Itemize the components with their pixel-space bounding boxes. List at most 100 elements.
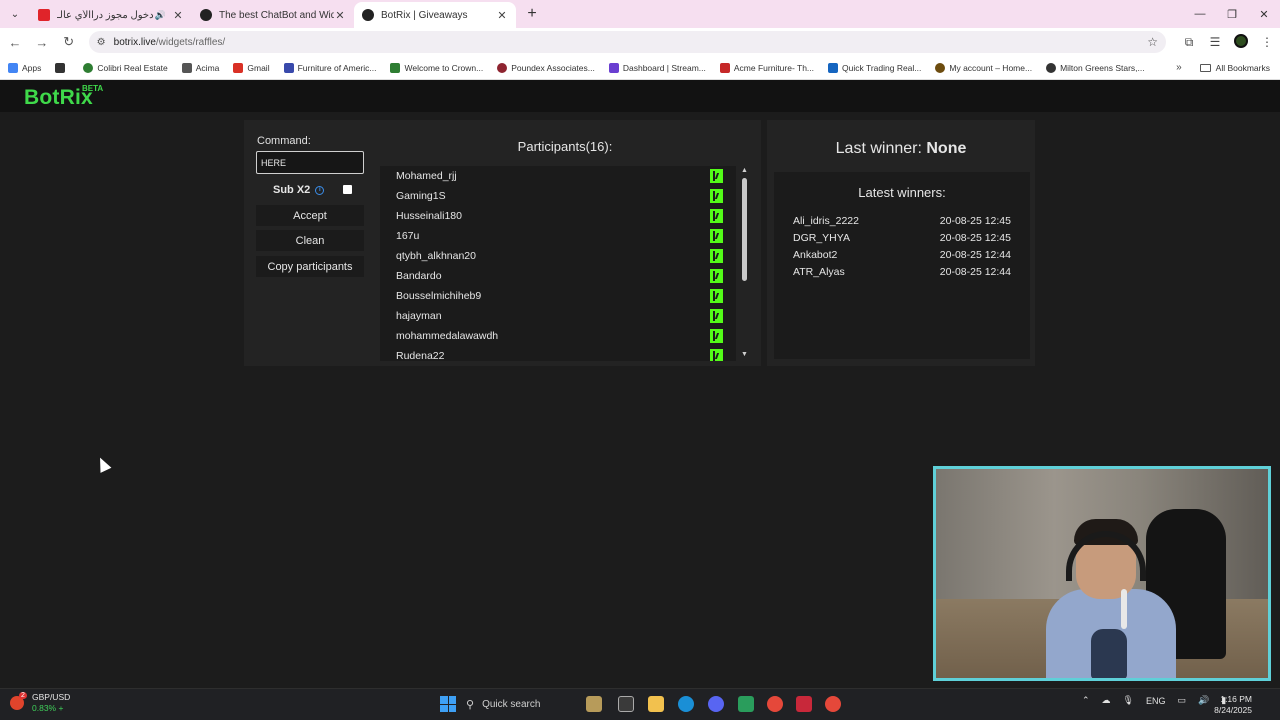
colibri-icon [83, 62, 94, 73]
recording-app-icon[interactable] [796, 696, 812, 712]
winner-time: 20-08-25 12:45 [939, 215, 1011, 227]
kick-icon [710, 209, 723, 223]
restore-icon[interactable]: ❐ [1216, 0, 1248, 28]
copy-participants-button[interactable]: Copy participants [256, 256, 364, 277]
kick-icon [710, 289, 723, 303]
taskbar-search[interactable]: ⚲ Quick search [466, 694, 606, 714]
ticker-change: 0.83% + [32, 703, 64, 713]
participant-row: 167u [380, 226, 736, 246]
tab-title: BotRix | Giveaways [381, 9, 468, 21]
network-icon[interactable]: ▭ [1178, 695, 1187, 706]
file-explorer-icon[interactable] [648, 696, 664, 712]
winner-name: DGR_YHYA [793, 232, 850, 244]
address-bar[interactable]: ⚙ botrix.live/widgets/raffles/ ☆ [88, 31, 1166, 53]
close-window-icon[interactable]: ✕ [1248, 0, 1280, 28]
tray-overflow-chevron-icon[interactable]: ⌃ [1082, 695, 1090, 706]
participant-row: Bandardo [380, 266, 736, 286]
close-icon[interactable]: ✕ [172, 9, 184, 22]
browser-tab-3[interactable]: BotRix | Giveaways ✕ [354, 2, 516, 28]
scroll-up-arrow-icon[interactable]: ▲ [741, 167, 748, 174]
cloud-icon[interactable]: ☁ [1102, 695, 1111, 706]
poundex-icon [497, 62, 508, 73]
last-winner: Last winner: None [835, 140, 967, 157]
media-controls-icon[interactable]: ☰ [1202, 35, 1228, 49]
bookmark-dashboard[interactable]: Dashboard | Stream... [608, 62, 706, 73]
bookmark-gmail[interactable]: Gmail [233, 62, 270, 73]
participants-scrollbar[interactable] [742, 178, 747, 281]
google-apps-icon [55, 62, 66, 73]
sub-x2-checkbox[interactable] [343, 185, 352, 194]
windows-start-icon[interactable] [440, 696, 456, 712]
url-host: botrix.live [113, 36, 156, 48]
forward-arrow-icon[interactable]: → [30, 30, 54, 54]
close-icon[interactable]: ✕ [496, 9, 508, 22]
bookmark-my-account[interactable]: My account – Home... [935, 62, 1032, 73]
accept-button[interactable]: Accept [256, 205, 364, 226]
kick-icon [710, 229, 723, 243]
beta-badge: BETA [82, 84, 104, 93]
discord-icon[interactable] [708, 696, 724, 712]
clean-button[interactable]: Clean [256, 230, 364, 251]
widget-icon[interactable] [586, 696, 602, 712]
bookmark-acme[interactable]: Acme Furniture- Th... [719, 62, 814, 73]
back-arrow-icon[interactable]: ← [3, 30, 27, 54]
bookmark-grid[interactable] [55, 62, 69, 73]
participants-list[interactable]: Mohamed_rjj Gaming1S Husseinali180 167u … [380, 166, 736, 361]
participant-name: mohammedalawawdh [396, 330, 499, 342]
bookmark-colibri[interactable]: Colibri Real Estate [83, 62, 168, 73]
winner-name: ATR_Alyas [793, 266, 845, 278]
all-bookmarks[interactable]: All Bookmarks [1199, 63, 1270, 73]
command-input[interactable] [256, 151, 364, 174]
close-icon[interactable]: ✕ [334, 9, 346, 22]
reload-icon[interactable]: ↻ [57, 30, 81, 54]
winner-row: DGR_YHYA 20-08-25 12:45 [793, 232, 1011, 244]
app-header [0, 80, 1280, 112]
bookmark-poundex[interactable]: Poundex Associates... [497, 62, 595, 73]
taskbar-clock[interactable]: 1:16 PM 8/24/2025 [1208, 694, 1252, 716]
participant-row: Gaming1S [380, 186, 736, 206]
ticker-widget[interactable]: 2 GBP/USD 0.83% + [10, 692, 70, 714]
menu-kebab-icon[interactable]: ⋮ [1254, 35, 1280, 49]
language-indicator[interactable]: ENG [1146, 696, 1166, 706]
bookmark-star-icon[interactable]: ☆ [1147, 35, 1158, 49]
scroll-down-arrow-icon[interactable]: ▼ [741, 351, 748, 358]
new-tab-plus-icon[interactable]: + [520, 2, 544, 26]
chrome-profile-icon[interactable] [825, 696, 841, 712]
ticker-label: GBP/USD [32, 692, 71, 702]
site-settings-icon[interactable]: ⚙ [97, 37, 106, 48]
winner-time: 20-08-25 12:45 [939, 232, 1011, 244]
browser-tab-2[interactable]: The best ChatBot and Widgets ✕ [192, 2, 354, 28]
browser-tab-1[interactable]: اقوى دخول مجوز دراالأي عالـ 🔊 ✕ [30, 2, 192, 28]
app-icon[interactable] [738, 696, 754, 712]
bookmark-milton-greens[interactable]: Milton Greens Stars,... [1046, 62, 1145, 73]
apps-grid-icon [8, 62, 18, 73]
bookmark-crown[interactable]: Welcome to Crown... [390, 62, 483, 73]
bookmark-acima[interactable]: Acima [181, 62, 219, 73]
streamlabs-icon [608, 62, 619, 73]
extensions-icon[interactable]: ⧉ [1176, 35, 1202, 50]
task-view-icon[interactable] [618, 696, 634, 712]
tab-search-icon[interactable]: ⌄ [4, 3, 26, 25]
bookmark-apps[interactable]: Apps [8, 62, 41, 73]
participant-row: Bousselmichiheb9 [380, 286, 736, 306]
winner-row: ATR_Alyas 20-08-25 12:44 [793, 266, 1011, 278]
participant-name: Gaming1S [396, 190, 446, 202]
info-icon[interactable]: i [315, 185, 325, 195]
kick-icon [710, 269, 723, 283]
chrome-icon[interactable] [767, 696, 783, 712]
audio-icon[interactable]: 🔊 [155, 10, 166, 21]
crown-icon [390, 62, 401, 73]
participant-name: qtybh_alkhnan20 [396, 250, 476, 262]
url-path: /widgets/raffles/ [155, 36, 226, 48]
browser-tab-bar: ⌄ اقوى دخول مجوز دراالأي عالـ 🔊 ✕ The be… [0, 0, 1280, 28]
profile-avatar[interactable] [1228, 33, 1254, 51]
minimize-icon[interactable]: — [1184, 0, 1216, 28]
gmail-icon [233, 62, 244, 73]
winner-row: Ali_idris_2222 20-08-25 12:45 [793, 215, 1011, 227]
microphone-icon[interactable]: 🎙 [1123, 695, 1134, 706]
bookmark-quick-trading[interactable]: Quick Trading Real... [828, 62, 921, 73]
botrix-favicon-icon [362, 9, 374, 21]
bookmark-furniture-of-america[interactable]: Furniture of Americ... [283, 62, 376, 73]
edge-icon[interactable] [678, 696, 694, 712]
bookmarks-overflow-chevron-icon[interactable]: » [1176, 62, 1182, 73]
